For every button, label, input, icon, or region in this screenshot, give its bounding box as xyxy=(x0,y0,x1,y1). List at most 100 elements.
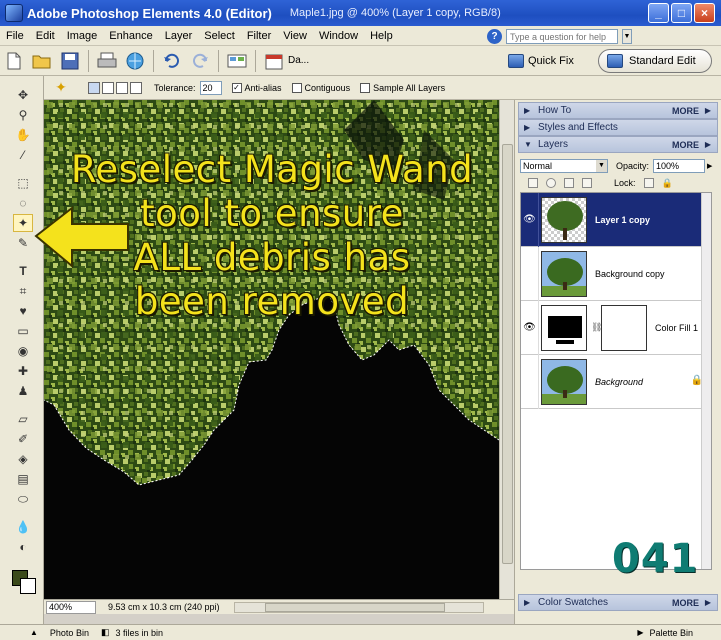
layers-scrollbar[interactable] xyxy=(701,193,711,569)
redo-icon[interactable] xyxy=(189,50,211,72)
color-swatches-more-button[interactable]: MORE xyxy=(672,598,699,608)
contiguous-checkbox[interactable] xyxy=(291,82,302,93)
brush-tool-icon[interactable]: ✐ xyxy=(13,430,33,448)
layer-row[interactable]: Background copy xyxy=(521,246,711,301)
lock-icon[interactable]: 🔒 xyxy=(662,178,673,189)
move-tool-icon[interactable]: ✥ xyxy=(13,86,33,104)
hand-tool-icon[interactable]: ✋ xyxy=(13,126,33,144)
maximize-button[interactable]: □ xyxy=(671,3,692,23)
how-to-palette-header[interactable]: ▶ How To MORE ▶ xyxy=(518,102,718,119)
menu-window[interactable]: Window xyxy=(313,30,364,42)
frame-number: 041 xyxy=(612,536,699,582)
help-icon[interactable]: ? xyxy=(487,29,502,44)
layers-more-button[interactable]: MORE xyxy=(672,140,699,150)
horizontal-scrollbar[interactable] xyxy=(234,602,484,613)
red-eye-tool-icon[interactable]: ◉ xyxy=(13,342,33,360)
help-search-input[interactable] xyxy=(506,29,618,44)
print-icon[interactable] xyxy=(96,50,118,72)
eyedropper-tool-icon[interactable]: ⁄ xyxy=(13,146,33,164)
gradient-tool-icon[interactable]: ▤ xyxy=(13,470,33,488)
menu-view[interactable]: View xyxy=(277,30,313,42)
standard-edit-button[interactable]: Standard Edit xyxy=(598,49,712,73)
bin-toggle-icon[interactable]: ◧ xyxy=(101,627,110,638)
new-icon[interactable] xyxy=(3,50,25,72)
paint-bucket-tool-icon[interactable]: ◈ xyxy=(13,450,33,468)
lasso-tool-icon[interactable]: ◌ xyxy=(13,194,33,212)
eraser-tool-icon[interactable]: ▱ xyxy=(13,410,33,428)
opacity-input[interactable]: 100% xyxy=(653,159,706,173)
chevron-right-icon[interactable]: ▶ xyxy=(707,162,712,170)
blend-mode-select[interactable]: Normal ▼ xyxy=(520,159,608,173)
vertical-scrollbar[interactable] xyxy=(499,100,514,599)
new-selection-mode[interactable] xyxy=(88,81,100,94)
visibility-toggle[interactable] xyxy=(521,246,539,301)
chevron-down-icon[interactable]: ▼ xyxy=(622,29,632,44)
menu-select[interactable]: Select xyxy=(198,30,241,42)
save-icon[interactable] xyxy=(59,50,81,72)
menu-filter[interactable]: Filter xyxy=(241,30,277,42)
subtract-selection-mode[interactable] xyxy=(116,81,128,94)
quick-fix-button[interactable]: Quick Fix xyxy=(508,50,574,72)
sponge-tool-icon[interactable]: ◐ xyxy=(13,538,33,556)
zoom-tool-icon[interactable]: ⚲ xyxy=(13,106,33,124)
selection-brush-tool-icon[interactable]: ✎ xyxy=(13,234,33,252)
eye-icon[interactable]: 👁 xyxy=(521,300,539,355)
app-title: Adobe Photoshop Elements 4.0 (Editor) xyxy=(27,5,272,21)
palette-bin-label[interactable]: Palette Bin xyxy=(649,628,693,638)
date-view-label[interactable]: Da... xyxy=(288,55,309,66)
layer-row[interactable]: 👁 ⛓ Color Fill 1 xyxy=(521,300,711,355)
adjustment-layer-icon[interactable] xyxy=(546,178,556,188)
zoom-level-field[interactable]: 400% xyxy=(46,600,96,614)
menu-image[interactable]: Image xyxy=(61,30,104,42)
layer-row[interactable]: Background 🔒 xyxy=(521,354,711,409)
organizer-icon[interactable] xyxy=(226,50,248,72)
blur-tool-icon[interactable]: 💧 xyxy=(13,518,33,536)
chevron-up-icon[interactable]: ▲ xyxy=(30,628,38,637)
menu-file[interactable]: File xyxy=(0,30,30,42)
straighten-tool-icon[interactable]: ▭ xyxy=(13,322,33,340)
minimize-button[interactable]: _ xyxy=(648,3,669,23)
color-swatches-palette-header[interactable]: ▶ Color Swatches MORE ▶ xyxy=(518,594,718,611)
marquee-tool-icon[interactable]: ⬚ xyxy=(13,174,33,192)
open-icon[interactable] xyxy=(31,50,53,72)
image-canvas[interactable]: Reselect Magic Wand tool to ensure ALL d… xyxy=(44,100,499,599)
tolerance-input[interactable] xyxy=(199,80,222,95)
layers-palette-header[interactable]: ▼ Layers MORE ▶ xyxy=(518,136,718,153)
eye-icon[interactable]: 👁 xyxy=(521,192,539,247)
collapse-icon: ▼ xyxy=(524,140,532,149)
background-color-swatch[interactable] xyxy=(20,578,36,594)
horizontal-scroll-thumb[interactable] xyxy=(265,603,445,612)
layer-name: Color Fill 1 xyxy=(655,322,699,333)
delete-layer-icon[interactable] xyxy=(564,178,574,188)
healing-brush-tool-icon[interactable]: ✚ xyxy=(13,362,33,380)
menu-layer[interactable]: Layer xyxy=(159,30,199,42)
magic-wand-tool-icon[interactable]: ✦ xyxy=(13,214,33,232)
crop-tool-icon[interactable]: ⌗ xyxy=(13,282,33,300)
styles-effects-palette-header[interactable]: ▶ Styles and Effects xyxy=(518,119,718,136)
expand-icon: ▶ xyxy=(524,106,531,115)
link-layer-icon[interactable] xyxy=(582,178,592,188)
visibility-toggle[interactable] xyxy=(521,354,539,409)
lock-transparency-checkbox[interactable] xyxy=(643,178,654,188)
add-selection-mode[interactable] xyxy=(102,81,114,94)
type-tool-icon[interactable]: T xyxy=(13,262,33,280)
date-view-icon[interactable] xyxy=(263,50,285,72)
how-to-more-button[interactable]: MORE xyxy=(672,106,699,116)
photo-bin-label[interactable]: Photo Bin xyxy=(50,628,89,638)
close-button[interactable]: × xyxy=(694,3,715,23)
shape-tool-icon[interactable]: ⬭ xyxy=(13,490,33,508)
menu-help[interactable]: Help xyxy=(364,30,399,42)
layer-row[interactable]: 👁 Layer 1 copy xyxy=(521,192,711,247)
new-layer-icon[interactable] xyxy=(528,178,538,188)
undo-icon[interactable] xyxy=(161,50,183,72)
vertical-scroll-thumb[interactable] xyxy=(502,144,513,564)
cookie-cutter-tool-icon[interactable]: ♥ xyxy=(13,302,33,320)
sample-all-layers-checkbox[interactable] xyxy=(360,82,371,93)
intersect-selection-mode[interactable] xyxy=(130,81,142,94)
anti-alias-checkbox[interactable]: ✓ xyxy=(231,82,242,93)
chevron-right-icon[interactable]: ▶ xyxy=(637,628,643,637)
menu-edit[interactable]: Edit xyxy=(30,30,61,42)
online-services-icon[interactable] xyxy=(124,50,146,72)
clone-stamp-tool-icon[interactable]: ♟ xyxy=(13,382,33,400)
menu-enhance[interactable]: Enhance xyxy=(103,30,158,42)
